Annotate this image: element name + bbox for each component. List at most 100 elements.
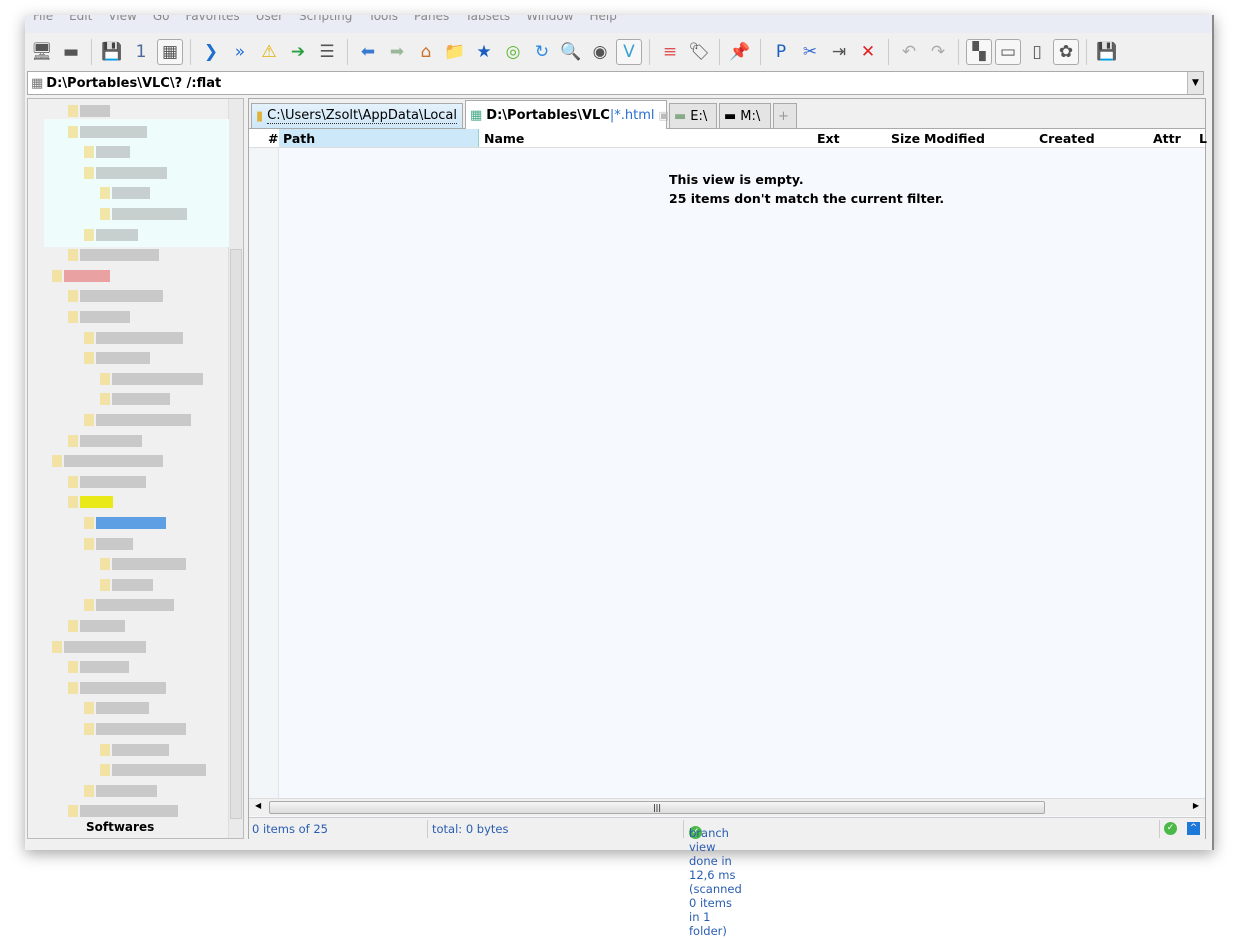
tree-item-obscured[interactable] bbox=[84, 517, 166, 529]
scroll-left-icon[interactable]: ◀ bbox=[255, 801, 261, 810]
tree-item-obscured[interactable] bbox=[84, 228, 138, 241]
tree-scrollbar[interactable] bbox=[228, 99, 243, 838]
filter-icon[interactable]: V bbox=[616, 39, 642, 65]
search-icon[interactable]: 🔍 bbox=[558, 39, 584, 65]
col-size[interactable]: Size bbox=[891, 131, 920, 146]
star-icon[interactable]: ★ bbox=[471, 39, 497, 65]
tree-item-obscured[interactable] bbox=[84, 331, 183, 344]
undo-icon[interactable]: ↶ bbox=[896, 39, 922, 65]
col-ext[interactable]: Ext bbox=[817, 131, 840, 146]
tree-item-obscured[interactable] bbox=[68, 311, 130, 323]
tree-item-obscured[interactable] bbox=[84, 352, 150, 365]
dual-pane-icon[interactable]: ▦ bbox=[157, 39, 183, 65]
tree-item-obscured[interactable] bbox=[52, 640, 146, 653]
tree-item-obscured[interactable] bbox=[68, 434, 142, 447]
tab-e-drive[interactable]: ▬ E:\ bbox=[669, 103, 717, 128]
tree-item-obscured[interactable] bbox=[68, 661, 129, 674]
scrollbar-thumb[interactable]: ||| bbox=[269, 801, 1045, 814]
close-tab-icon[interactable]: ▣ bbox=[658, 109, 668, 122]
vertical-split-icon[interactable]: ▯ bbox=[1024, 39, 1050, 65]
tree-item-obscured[interactable] bbox=[84, 702, 149, 715]
tree-item-obscured[interactable] bbox=[84, 146, 130, 159]
pin-icon[interactable]: 📌 bbox=[727, 39, 753, 65]
home-icon[interactable]: ⌂ bbox=[413, 39, 439, 65]
target-icon[interactable]: ◎ bbox=[500, 39, 526, 65]
save-icon[interactable]: 💾 bbox=[99, 39, 125, 65]
tree-item-obscured[interactable] bbox=[68, 475, 146, 488]
go-icon[interactable]: ❯ bbox=[198, 39, 224, 65]
delete-icon[interactable]: ✕ bbox=[855, 39, 881, 65]
file-list[interactable]: This view is empty. 25 items don't match… bbox=[249, 148, 1205, 798]
tree-item-obscured[interactable] bbox=[100, 372, 203, 385]
col-path[interactable]: Path bbox=[283, 131, 315, 146]
floppy-icon[interactable]: 💾 bbox=[1094, 39, 1120, 65]
window-icon[interactable]: ▭ bbox=[995, 39, 1021, 65]
menu-view[interactable]: View bbox=[108, 15, 136, 23]
move-to-icon[interactable]: ⇥ bbox=[826, 39, 852, 65]
tree-item-obscured[interactable] bbox=[100, 743, 169, 756]
redo-icon[interactable]: ↷ bbox=[925, 39, 951, 65]
forward-arrow-icon[interactable]: ➡ bbox=[384, 39, 410, 65]
computer-icon[interactable]: 🖥 bbox=[29, 39, 55, 65]
circle-arrow-icon[interactable]: ◉ bbox=[587, 39, 613, 65]
tab-portables-vlc[interactable]: ▦ D:\Portables\VLC |*.html ▣ bbox=[465, 100, 669, 129]
col-l[interactable]: L bbox=[1199, 131, 1207, 146]
address-bar[interactable]: ▦ D:\Portables\VLC\? /:flat ▼ bbox=[27, 71, 1204, 95]
tree-item-obscured[interactable] bbox=[84, 414, 191, 426]
expand-up-icon[interactable]: ^ bbox=[1187, 822, 1200, 835]
drive-m-icon[interactable]: ▬ bbox=[58, 39, 84, 65]
pane-one-icon[interactable]: 1 bbox=[128, 39, 154, 65]
menu-window[interactable]: Window bbox=[526, 15, 573, 23]
menu-user[interactable]: User bbox=[256, 15, 283, 23]
tree-item-obscured[interactable] bbox=[68, 249, 159, 262]
col-number[interactable]: # bbox=[268, 131, 278, 146]
scissors-icon[interactable]: ✂ bbox=[797, 39, 823, 65]
menu-tabsets[interactable]: Tabsets bbox=[465, 15, 510, 23]
menu-scripting[interactable]: Scripting bbox=[299, 15, 352, 23]
tree-item-obscured[interactable] bbox=[84, 599, 174, 612]
menu-favorites[interactable]: Favorites bbox=[185, 15, 239, 23]
paste-icon[interactable]: P bbox=[768, 39, 794, 65]
menu-edit[interactable]: Edit bbox=[69, 15, 92, 23]
tree-item-obscured[interactable] bbox=[52, 269, 110, 282]
list-icon[interactable]: ☰ bbox=[314, 39, 340, 65]
tree-item-obscured[interactable] bbox=[100, 558, 186, 571]
tree-scrollbar-thumb[interactable] bbox=[230, 249, 242, 819]
scroll-right-icon[interactable]: ▶ bbox=[1193, 801, 1199, 810]
tab-appdata-local[interactable]: ▮ C:\Users\Zsolt\AppData\Local bbox=[251, 103, 463, 128]
back-arrow-icon[interactable]: ⬅ bbox=[355, 39, 381, 65]
tree-item-obscured[interactable] bbox=[84, 166, 167, 179]
tree-item-obscured[interactable] bbox=[68, 496, 113, 509]
horizontal-scrollbar[interactable]: ◀ ||| ▶ bbox=[249, 798, 1205, 816]
green-arrow-box-icon[interactable]: ➔ bbox=[285, 39, 311, 65]
tree-item-softwares[interactable]: Softwares bbox=[86, 820, 154, 834]
tree-item-obscured[interactable] bbox=[68, 105, 110, 117]
tree-item-obscured[interactable] bbox=[68, 125, 147, 138]
tree-item-obscured[interactable] bbox=[100, 764, 206, 777]
menu-panes[interactable]: Panes bbox=[414, 15, 449, 23]
new-tab-button[interactable]: + bbox=[773, 103, 797, 128]
menu-file[interactable]: File bbox=[33, 15, 53, 23]
tree-item-obscured[interactable] bbox=[84, 537, 133, 550]
tab-m-drive[interactable]: ▬ M:\ bbox=[719, 103, 771, 128]
tree-item-obscured[interactable] bbox=[100, 578, 153, 591]
menu-tools[interactable]: Tools bbox=[368, 15, 398, 23]
tree-item-obscured[interactable] bbox=[100, 393, 170, 406]
tree-item-obscured[interactable] bbox=[84, 723, 186, 735]
tree-item-obscured[interactable] bbox=[68, 805, 178, 818]
tree-item-obscured[interactable] bbox=[52, 455, 163, 468]
go-fast-icon[interactable]: » bbox=[227, 39, 253, 65]
folder-icon[interactable]: 📁 bbox=[442, 39, 468, 65]
pinwheel-icon[interactable]: ✿ bbox=[1053, 39, 1079, 65]
tree-item-obscured[interactable] bbox=[84, 784, 157, 797]
col-name[interactable]: Name bbox=[484, 131, 524, 146]
tree-item-obscured[interactable] bbox=[68, 290, 163, 303]
tree-item-obscured[interactable] bbox=[100, 187, 150, 200]
stack-icon[interactable]: ≡ bbox=[657, 39, 683, 65]
tree-item-obscured[interactable] bbox=[68, 681, 166, 694]
tree-item-obscured[interactable] bbox=[68, 620, 125, 632]
tree-item-obscured[interactable] bbox=[100, 208, 187, 220]
folder-tree[interactable]: Softwares bbox=[27, 98, 244, 839]
menu-help[interactable]: Help bbox=[590, 15, 617, 23]
address-dropdown-button[interactable]: ▼ bbox=[1187, 72, 1203, 94]
